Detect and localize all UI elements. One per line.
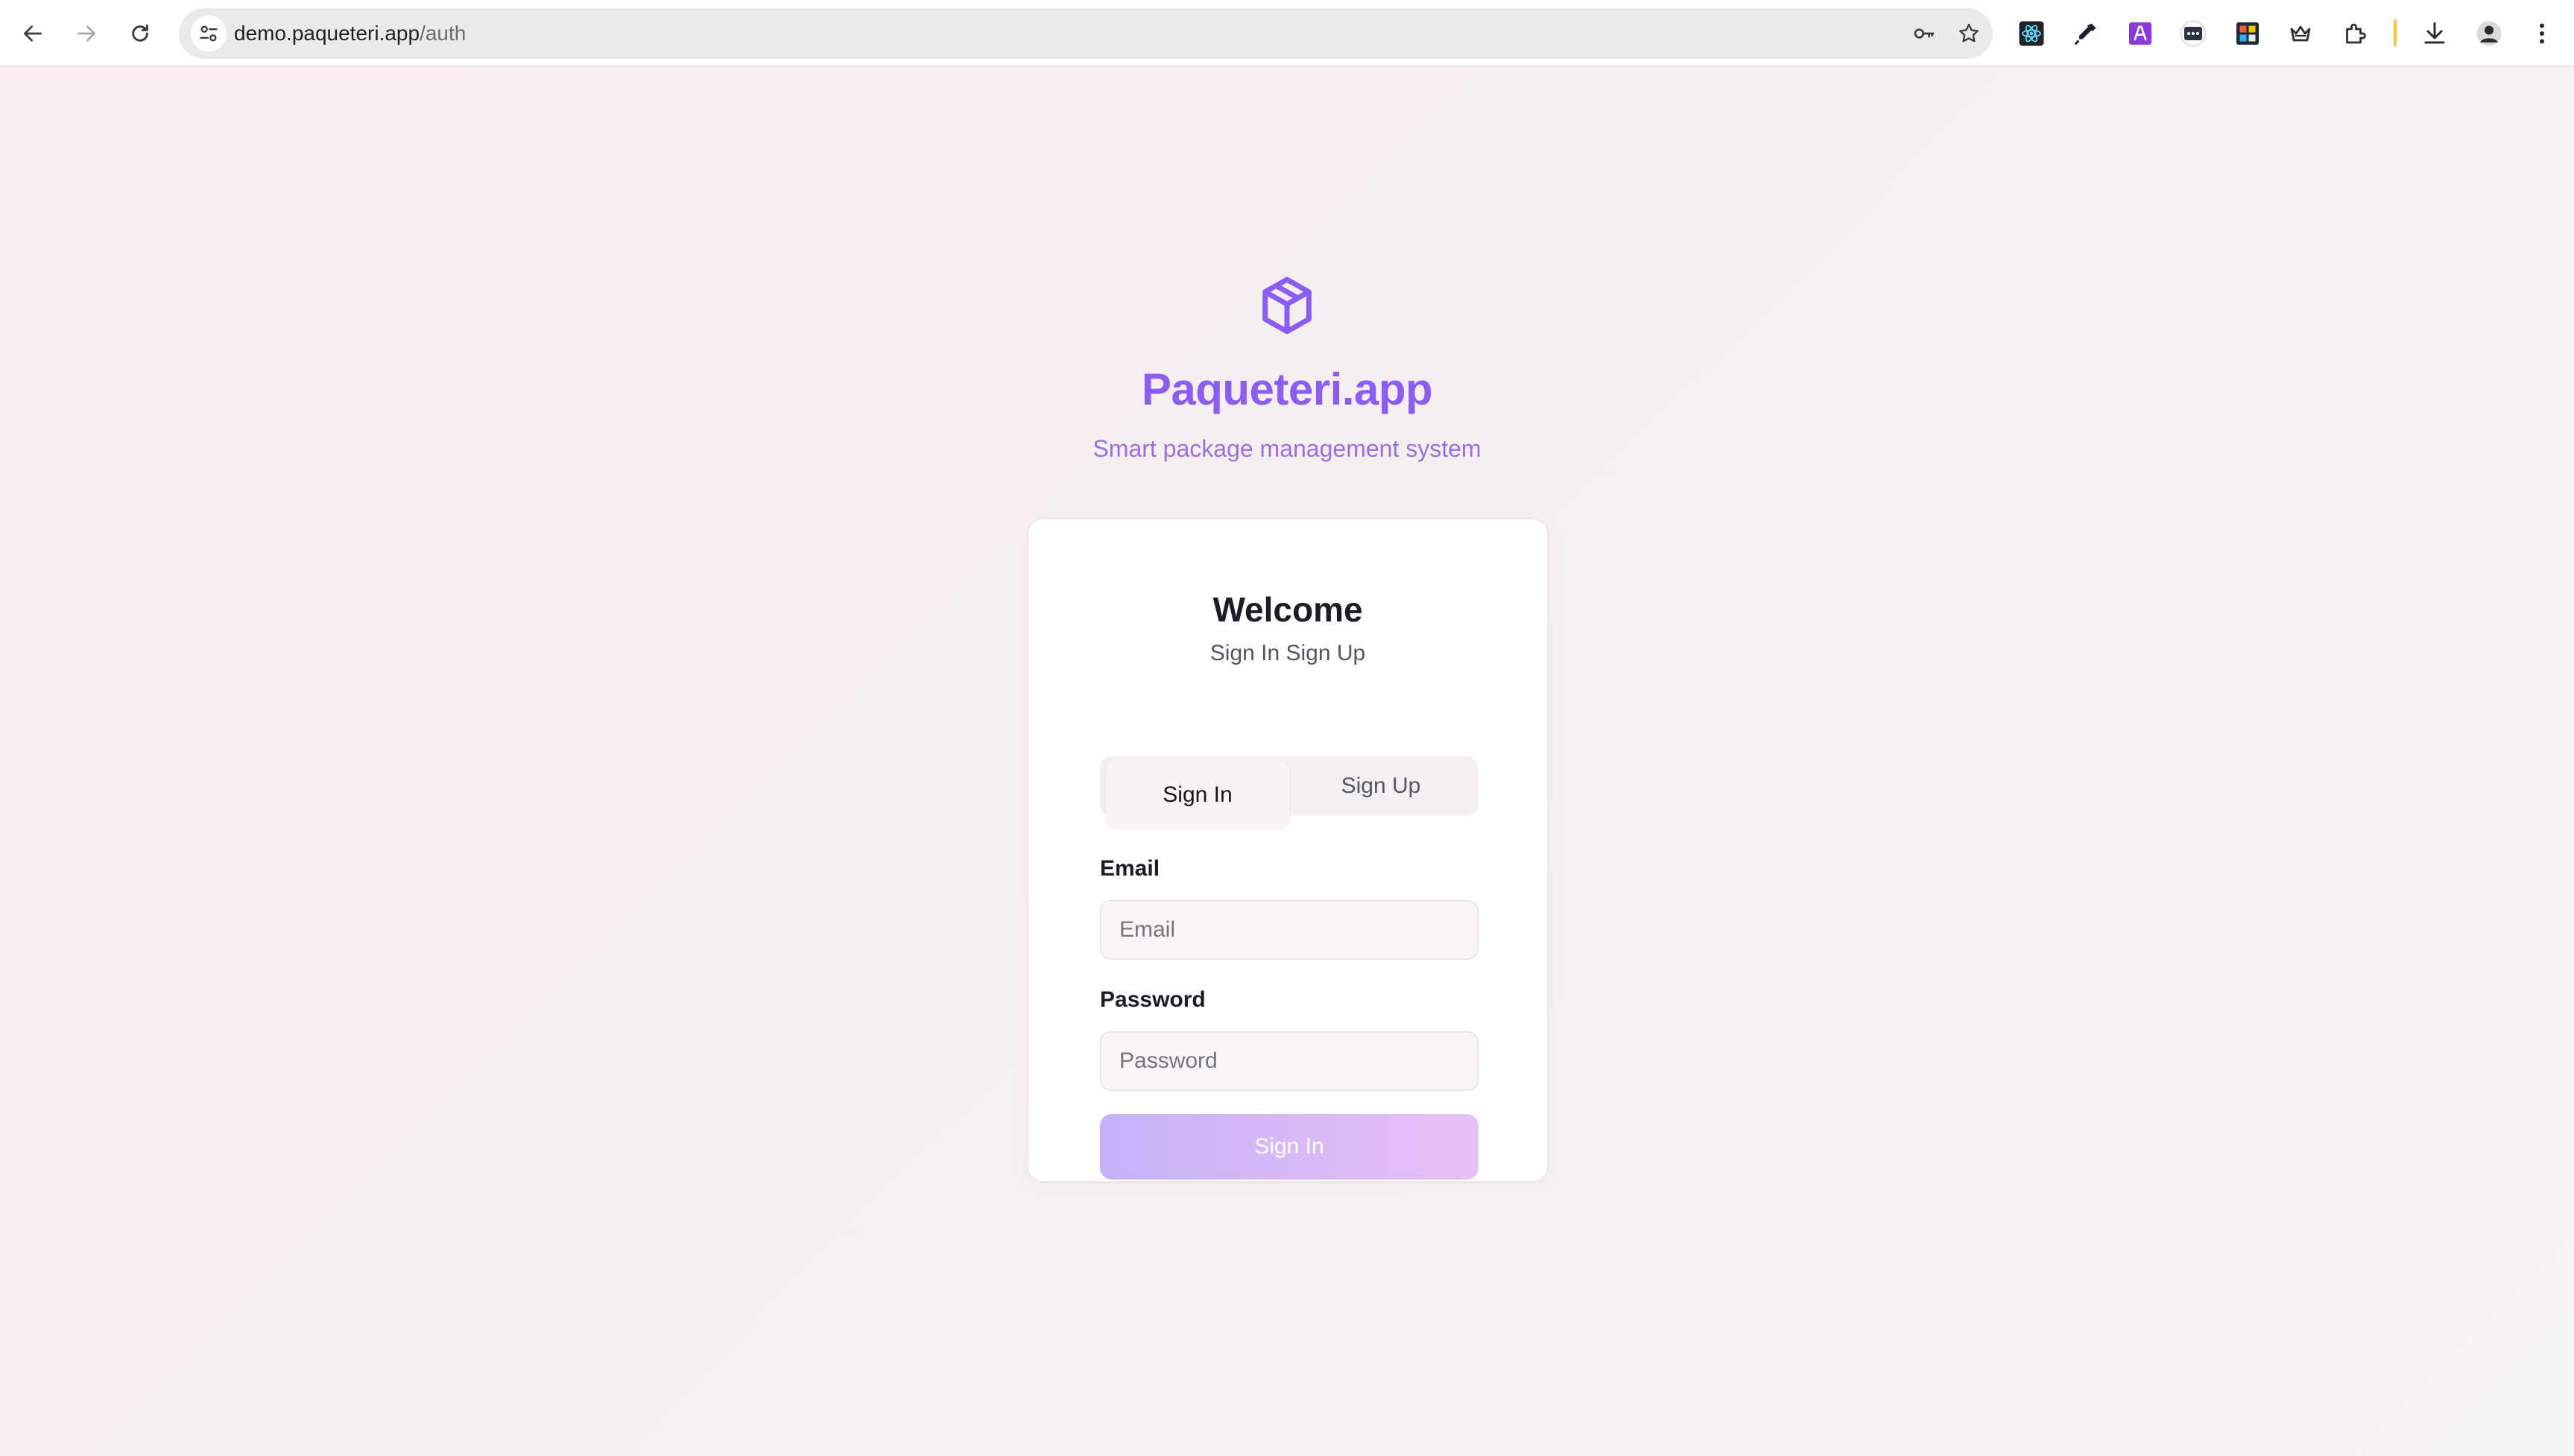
download-icon bbox=[2424, 22, 2445, 44]
profile-button[interactable] bbox=[2472, 16, 2506, 51]
site-settings-icon bbox=[200, 25, 218, 42]
password-label: Password bbox=[1100, 987, 1206, 1012]
password-field[interactable] bbox=[1100, 1031, 1479, 1091]
brand-tagline: Smart package management system bbox=[1092, 435, 1482, 462]
url-host: demo.paqueteri.app bbox=[234, 22, 420, 45]
profile-avatar-icon bbox=[2476, 21, 2502, 46]
card-subtitle: Sign In Sign Up bbox=[1209, 641, 1366, 665]
footer-text: Reagent bbox=[1248, 1223, 1326, 1246]
back-button[interactable] bbox=[12, 13, 54, 54]
crown-extension[interactable] bbox=[2283, 16, 2318, 51]
crown-extension-icon bbox=[2290, 25, 2311, 42]
auth-tabs: Sign In Sign Up bbox=[1100, 756, 1479, 828]
email-field[interactable] bbox=[1100, 900, 1479, 960]
bookmark-star-icon bbox=[1959, 23, 1979, 42]
puzzle-extensions-icon bbox=[2346, 23, 2366, 44]
react-devtools-extension[interactable] bbox=[2014, 16, 2049, 51]
back-arrow-icon bbox=[24, 25, 42, 42]
more-dots-extension-icon bbox=[2180, 20, 2207, 47]
font-ai-icon bbox=[2129, 22, 2151, 45]
browser-window: demo.paqueteri.app/auth Paqueteri.app Sm… bbox=[0, 0, 2574, 1456]
auth-page: Paqueteri.app Smart package management s… bbox=[0, 67, 2574, 1456]
toolbar-separator bbox=[2394, 19, 2397, 46]
more-dots-extension[interactable] bbox=[2176, 16, 2210, 51]
downloads-button[interactable] bbox=[2418, 16, 2452, 51]
url-path: /auth bbox=[420, 22, 467, 45]
color-grid-extension[interactable] bbox=[2230, 16, 2265, 51]
brand-title: Paqueteri.app bbox=[1141, 364, 1433, 414]
url-text[interactable]: demo.paqueteri.app/auth bbox=[234, 8, 466, 59]
extensions-button[interactable] bbox=[2338, 16, 2372, 51]
auth-card: Welcome Sign In Sign Up Sign In Sign Up … bbox=[1027, 518, 1549, 1183]
browser-toolbar: demo.paqueteri.app/auth bbox=[0, 0, 2574, 67]
color-grid-extension-icon bbox=[2236, 22, 2259, 45]
password-manager-button[interactable] bbox=[1909, 19, 1939, 48]
password-key-icon bbox=[1914, 28, 1935, 39]
reload-icon bbox=[132, 24, 148, 42]
tab-sign-up[interactable]: Sign Up bbox=[1289, 756, 1473, 816]
font-ai-extension[interactable] bbox=[2123, 16, 2157, 51]
eyedropper-extension[interactable] bbox=[2069, 16, 2103, 51]
bookmark-button[interactable] bbox=[1954, 19, 1984, 48]
react-devtools-icon bbox=[2019, 21, 2044, 46]
email-label: Email bbox=[1100, 856, 1160, 881]
address-bar[interactable]: demo.paqueteri.app/auth bbox=[179, 8, 1993, 59]
sign-in-button[interactable]: Sign In bbox=[1100, 1114, 1479, 1180]
tab-sign-in[interactable]: Sign In bbox=[1106, 762, 1289, 828]
site-settings-button[interactable] bbox=[191, 16, 227, 51]
forward-arrow-icon bbox=[78, 25, 95, 42]
eyedropper-icon bbox=[2075, 23, 2096, 45]
browser-menu-button[interactable] bbox=[2525, 16, 2559, 51]
card-title: Welcome bbox=[1212, 590, 1363, 629]
package-box-icon bbox=[1262, 276, 1312, 335]
kebab-menu-icon bbox=[2540, 23, 2544, 44]
forward-button[interactable] bbox=[66, 13, 107, 54]
reload-button[interactable] bbox=[119, 13, 161, 54]
